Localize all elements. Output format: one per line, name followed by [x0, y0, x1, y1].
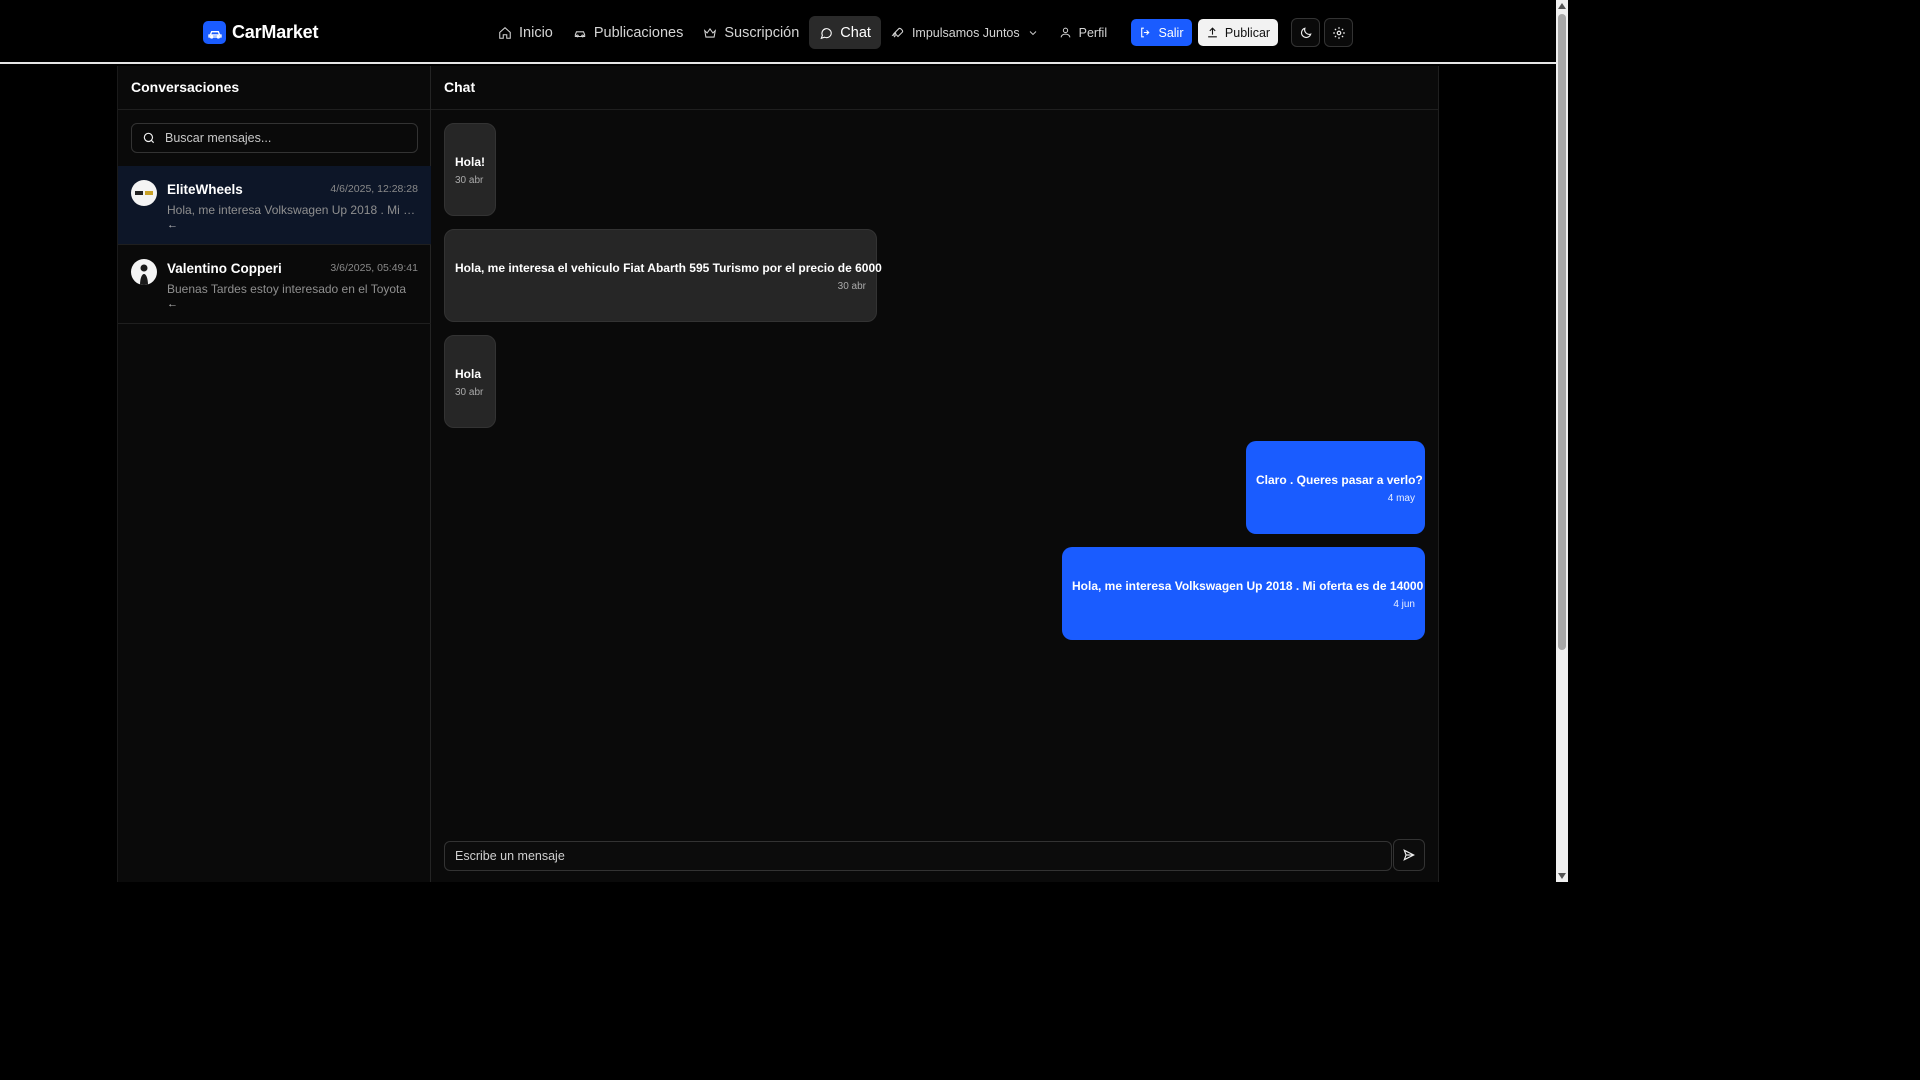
nav-item-label: Chat	[840, 24, 871, 41]
chat-panel: Chat Hola! 30 abr Hola, me interesa el v…	[431, 66, 1439, 882]
message-bubble-incoming: Hola 30 abr	[444, 335, 496, 428]
nav-item-suscripcion[interactable]: Suscripción	[693, 16, 809, 49]
crown-icon	[704, 27, 717, 38]
upload-icon	[1208, 27, 1217, 38]
avatar	[131, 259, 157, 285]
scroll-up-icon[interactable]	[1558, 3, 1566, 9]
message-text: Hola!	[455, 155, 485, 169]
nav-item-label: Impulsamos Juntos	[911, 25, 1020, 40]
search-box	[131, 123, 418, 153]
car-icon	[574, 30, 586, 37]
main-nav: Inicio Publicaciones Suscripción Chat Im…	[488, 16, 1117, 49]
brand-name: CarMarket	[232, 22, 319, 42]
avatar	[131, 180, 157, 206]
publish-button[interactable]: Publicar	[1198, 19, 1278, 46]
nav-item-label: Inicio	[519, 24, 553, 41]
message-icon	[820, 27, 833, 39]
message-time: 4 may	[1387, 493, 1415, 504]
message-bubble-incoming: Hola, me interesa el vehiculo Fiat Abart…	[444, 229, 882, 322]
message-text: Hola, me interesa el vehiculo Fiat Abart…	[455, 261, 882, 275]
reply-arrow-icon: ←	[167, 219, 178, 231]
conversations-title: Conversaciones	[118, 66, 430, 110]
top-navbar: CarMarket Inicio Publicaciones Suscripci…	[0, 0, 1556, 64]
logout-icon	[1141, 27, 1151, 38]
message-bubble-outgoing: Claro . Queres pasar a verlo? 4 may	[1246, 441, 1425, 534]
message-composer	[444, 841, 1392, 871]
nav-item-label: Suscripción	[724, 24, 800, 41]
message-time: 30 abr	[837, 281, 866, 292]
publish-label: Publicar	[1224, 25, 1271, 40]
user-icon	[1060, 27, 1070, 38]
search-icon	[143, 132, 155, 144]
conversation-date: 3/6/2025, 05:49:41	[330, 262, 418, 274]
logout-button[interactable]: Salir	[1131, 19, 1192, 46]
theme-toggle-button[interactable]	[1291, 18, 1320, 47]
message-time: 30 abr	[455, 387, 484, 398]
send-button[interactable]	[1393, 839, 1425, 871]
chat-title: Chat	[431, 66, 1438, 110]
nav-item-inicio[interactable]: Inicio	[488, 16, 563, 49]
message-bubble-incoming: Hola! 30 abr	[444, 123, 496, 216]
nav-item-impulsamos-juntos[interactable]: Impulsamos Juntos	[881, 16, 1049, 49]
nav-item-label: Publicaciones	[593, 24, 684, 41]
settings-button[interactable]	[1324, 18, 1353, 47]
car-icon	[203, 21, 226, 44]
nav-item-perfil[interactable]: Perfil	[1049, 16, 1117, 49]
message-text: Hola	[455, 367, 482, 381]
nav-item-chat[interactable]: Chat	[809, 16, 881, 49]
brand-logo[interactable]: CarMarket	[203, 21, 318, 44]
conversation-item[interactable]: EliteWheels 4/6/2025, 12:28:28 Hola, me …	[118, 166, 431, 245]
search-input[interactable]	[165, 131, 405, 145]
page-scrollbar[interactable]	[1556, 0, 1568, 882]
send-icon	[1403, 849, 1415, 861]
nav-item-label: Perfil	[1078, 25, 1108, 40]
message-bubble-outgoing: Hola, me interesa Volkswagen Up 2018 . M…	[1062, 547, 1425, 640]
conversation-item[interactable]: Valentino Copperi 3/6/2025, 05:49:41 Bue…	[118, 245, 431, 324]
moon-icon	[1300, 26, 1312, 38]
message-text: Hola, me interesa Volkswagen Up 2018 . M…	[1072, 579, 1424, 593]
message-time: 4 jun	[1393, 599, 1415, 610]
conversations-panel: Conversaciones EliteWheels 4/6/2025, 12:…	[117, 66, 431, 882]
chevron-down-icon	[1029, 30, 1036, 35]
nav-item-publicaciones[interactable]: Publicaciones	[563, 16, 693, 49]
conversation-list: EliteWheels 4/6/2025, 12:28:28 Hola, me …	[118, 166, 431, 324]
home-icon	[499, 26, 511, 39]
message-time: 30 abr	[455, 175, 484, 186]
conversation-name: Valentino Copperi	[167, 261, 282, 276]
logout-label: Salir	[1158, 25, 1184, 40]
conversation-preview: Buenas Tardes estoy interesado en el Toy…	[167, 282, 407, 296]
scroll-thumb[interactable]	[1558, 14, 1566, 650]
conversation-preview: Hola, me interesa Volkswagen Up 2018 . M…	[167, 203, 417, 217]
gear-icon	[1332, 26, 1345, 39]
reply-arrow-icon: ←	[167, 298, 178, 310]
conversation-name: EliteWheels	[167, 182, 243, 197]
conversation-date: 4/6/2025, 12:28:28	[330, 183, 418, 195]
rocket-icon	[891, 27, 904, 37]
message-input[interactable]	[455, 849, 1375, 863]
message-text: Claro . Queres pasar a verlo?	[1256, 473, 1423, 487]
scroll-down-icon[interactable]	[1558, 873, 1566, 879]
